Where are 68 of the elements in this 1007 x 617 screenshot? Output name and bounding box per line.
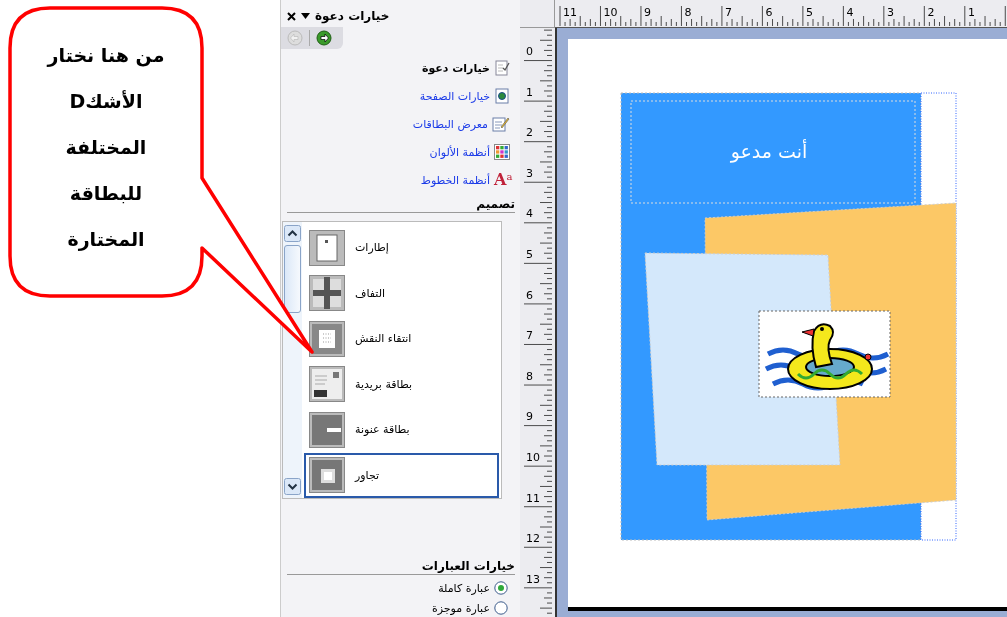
dropdown-caret-icon[interactable] [301,13,310,19]
scroll-up-icon[interactable] [284,225,301,242]
ruler-number: 10 [526,451,540,464]
design-option[interactable]: التفاف [304,270,499,316]
ruler-number: 6 [526,288,533,302]
design-thumbnail-icon [309,320,345,357]
task-link[interactable]: خيارات الصفحة [419,89,490,103]
pane-title: خيارات دعوة [315,9,390,23]
ruler-number: 0 [526,45,533,58]
design-label: التفاف [355,286,386,300]
ruler-number: 8 [526,369,533,383]
ruler-number: 1 [526,85,533,99]
ruler-number: 1 [968,6,975,19]
design-thumbnail-icon [309,366,345,403]
close-icon[interactable] [287,11,296,21]
task-link[interactable]: أنظمة الألوان [429,145,490,159]
callout-text: من هنا نختار الأشكD المختلفة للبطاقة المختارة [45,43,166,253]
section-heading: تصميم [287,197,515,213]
page-pencil-icon [492,116,510,132]
ruler-number: 7 [526,329,533,343]
design-thumbnail-icon [309,229,345,266]
design-option[interactable]: بطاقة بريدية [304,361,499,407]
design-option[interactable]: بطاقة عنونة [304,407,499,453]
ruler-number: 9 [644,6,651,19]
design-option[interactable]: انتقاء النقش [304,316,499,362]
invitation-title: أنت مدعو [730,140,808,162]
ruler-number: 13 [526,572,540,586]
checklist-icon [494,60,510,76]
design-thumbnail-icon [309,411,345,448]
scroll-thumb[interactable] [284,245,301,313]
ruler-number: 11 [563,6,577,19]
ruler-number: 5 [526,248,533,261]
page-globe-icon [494,88,510,104]
scroll-down-icon[interactable] [284,478,301,495]
ruler-number: 5 [806,6,813,19]
ruler-number: 8 [684,6,692,19]
ruler-number: 2 [526,126,533,140]
task-link[interactable]: خيارات دعوة [421,61,490,75]
section-heading: خيارات العبارات [287,559,515,575]
design-label: تجاور [355,468,380,482]
ruler-number: 7 [725,6,732,19]
design-label: بطاقة عنونة [355,423,410,437]
ruler-number: 2 [927,6,935,19]
design-option[interactable]: تجاور [304,452,499,498]
design-label: إطارات [355,241,389,255]
design-thumbnail-icon [309,275,345,312]
ruler-number: 4 [526,207,533,221]
ruler-number: 10 [603,6,618,19]
color-grid-icon [494,144,510,160]
ruler-number: 12 [526,532,540,546]
design-option[interactable]: إطارات [304,225,499,271]
radio-label: عبارة كاملة [438,581,490,595]
scrollbar[interactable] [283,222,302,498]
radio-button[interactable] [494,581,508,595]
ruler-number: 9 [526,410,533,424]
ruler-number: 3 [887,6,894,19]
ruler-number: 4 [846,6,854,19]
ruler-number: 6 [765,6,773,19]
task-link[interactable]: أنظمة الخطوط [420,173,490,187]
design-thumbnail-icon [309,457,345,494]
forward-icon[interactable] [316,30,332,46]
ruler-number: 11 [526,491,540,505]
task-link[interactable]: معرض البطاقات [412,117,488,131]
design-label: بطاقة بريدية [355,377,412,391]
radio-label: عبارة موجزة [432,601,490,615]
ruler-number: 3 [526,166,533,180]
radio-button[interactable] [494,601,508,615]
design-label: انتقاء النقش [355,332,412,346]
